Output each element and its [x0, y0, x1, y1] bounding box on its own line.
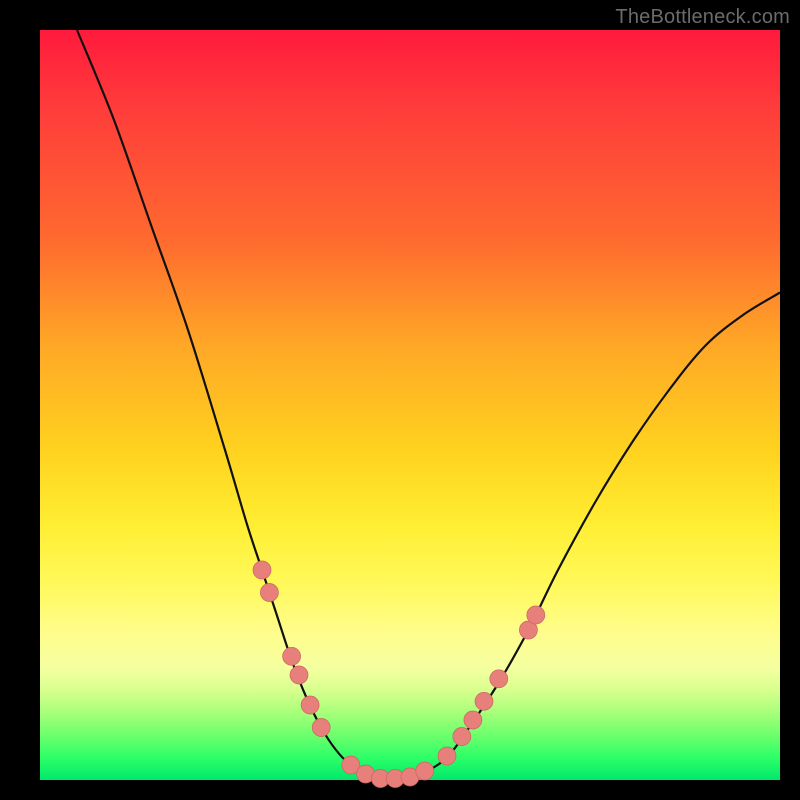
- highlight-dot: [416, 762, 434, 780]
- bottleneck-curve: [77, 30, 780, 781]
- highlight-dot: [301, 696, 319, 714]
- highlight-dot: [290, 666, 308, 684]
- bottleneck-curve-svg: [40, 30, 780, 780]
- highlight-dot: [527, 606, 545, 624]
- watermark-text: TheBottleneck.com: [615, 6, 790, 29]
- highlight-dot: [260, 584, 278, 602]
- highlight-dot: [283, 647, 301, 665]
- plot-area: [40, 30, 780, 780]
- highlight-dot: [490, 670, 508, 688]
- highlight-dot: [475, 692, 493, 710]
- chart-frame: TheBottleneck.com: [0, 0, 800, 800]
- highlight-dots: [253, 561, 545, 788]
- highlight-dot: [464, 711, 482, 729]
- highlight-dot: [438, 747, 456, 765]
- highlight-dot: [312, 719, 330, 737]
- highlight-dot: [453, 728, 471, 746]
- highlight-dot: [253, 561, 271, 579]
